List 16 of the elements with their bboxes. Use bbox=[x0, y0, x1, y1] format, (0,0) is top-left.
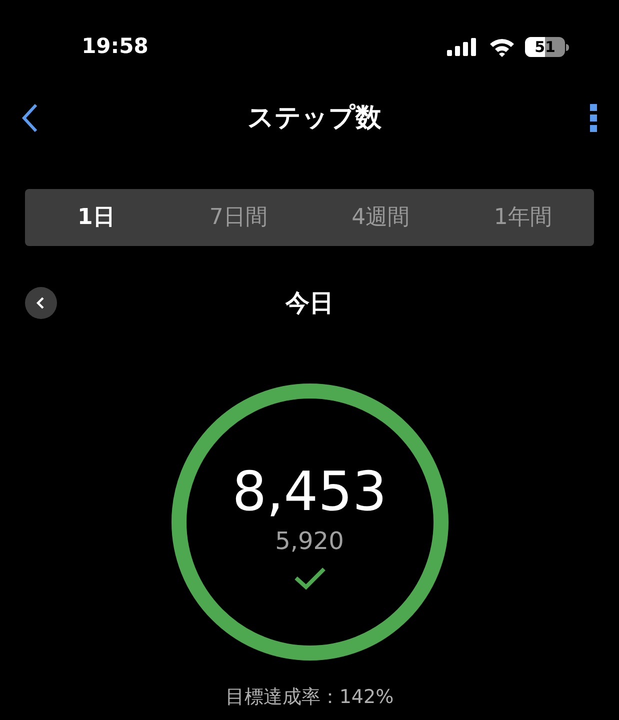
period-tab[interactable]: 4週間 bbox=[310, 201, 452, 234]
more-icon[interactable] bbox=[589, 103, 599, 133]
signal-icon bbox=[447, 38, 477, 56]
previous-button[interactable] bbox=[25, 287, 57, 319]
step-count: 8,453 bbox=[232, 465, 387, 519]
period-tab[interactable]: 1年間 bbox=[452, 201, 594, 234]
status-time: 19:58 bbox=[80, 33, 150, 60]
goal-achievement-rate: 目標達成率：142% bbox=[224, 685, 395, 710]
period-tab[interactable]: 7日間 bbox=[167, 201, 310, 234]
goal-count: 5,920 bbox=[275, 529, 344, 553]
back-icon[interactable] bbox=[20, 103, 40, 133]
period-label: 今日 bbox=[284, 288, 334, 319]
chevron-left-icon bbox=[36, 296, 46, 310]
period-tab[interactable]: 1日 bbox=[25, 201, 168, 234]
wifi-icon bbox=[489, 38, 515, 56]
screen-title: ステップ数 bbox=[246, 102, 382, 134]
